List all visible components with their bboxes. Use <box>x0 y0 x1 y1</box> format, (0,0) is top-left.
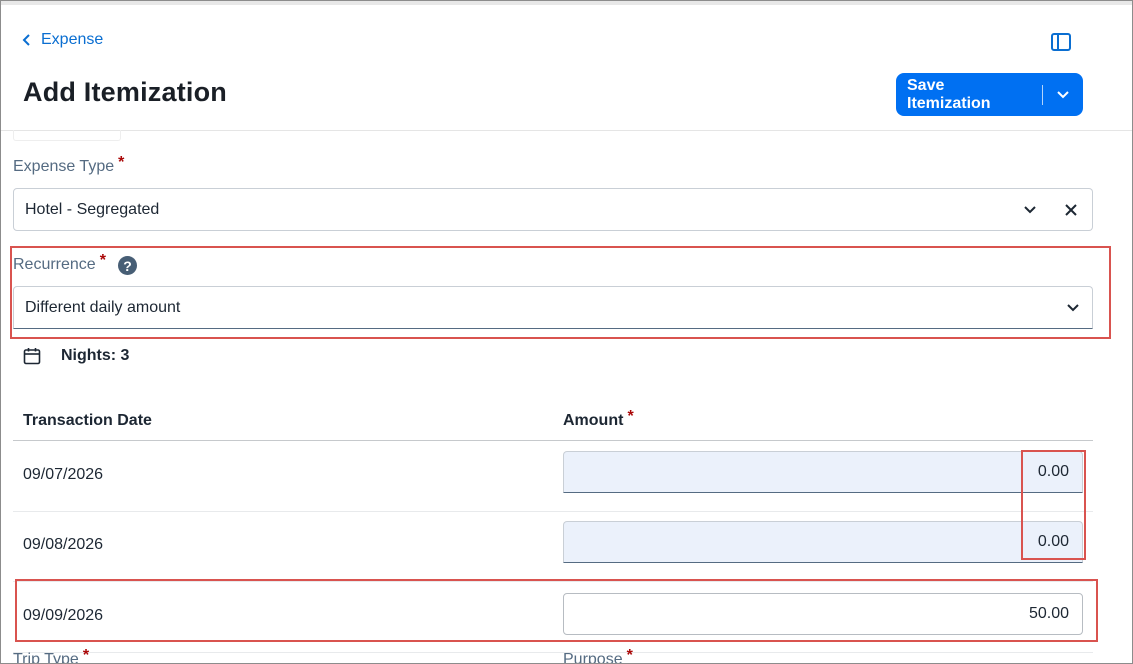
calendar-icon <box>23 348 41 365</box>
amount-input[interactable]: 0.00 <box>563 451 1083 493</box>
recurrence-select[interactable]: Different daily amount <box>13 286 1093 329</box>
side-panel-icon <box>1051 33 1071 51</box>
recurrence-label: Recurrence * <box>13 252 106 274</box>
app-window: Expense Add Itemization Save Itemization… <box>0 0 1133 664</box>
back-link-label: Expense <box>41 31 104 48</box>
save-options-dropdown[interactable] <box>1043 73 1083 116</box>
row-divider <box>13 511 1093 512</box>
side-panel-toggle[interactable] <box>1050 31 1072 53</box>
expense-type-select[interactable]: Hotel - Segregated <box>13 188 1050 231</box>
chevron-left-icon <box>22 34 30 46</box>
header-divider <box>1 130 1132 131</box>
top-strip <box>1 1 1132 5</box>
chevron-down-icon <box>1057 90 1069 98</box>
save-itemization-split-button: Save Itemization <box>896 73 1083 116</box>
row-divider <box>13 581 1093 582</box>
transaction-date-header: Transaction Date <box>23 412 152 429</box>
amount-input[interactable]: 50.00 <box>563 593 1083 635</box>
amount-input[interactable]: 0.00 <box>563 521 1083 563</box>
help-icon[interactable]: ? <box>118 256 137 275</box>
table-header-divider <box>13 440 1093 441</box>
trip-type-label-text: Trip Type <box>13 651 79 664</box>
recurrence-label-text: Recurrence <box>13 256 96 273</box>
expense-type-label: Expense Type * <box>13 154 124 176</box>
clear-expense-type-button[interactable] <box>1049 188 1093 231</box>
chevron-down-icon <box>1067 303 1079 311</box>
required-marker: * <box>627 408 634 425</box>
save-itemization-button[interactable]: Save Itemization <box>896 77 1031 113</box>
header-tab-edge <box>13 130 121 141</box>
purpose-label: Purpose * <box>563 647 633 664</box>
nights-summary: Nights: 3 <box>23 347 129 365</box>
required-marker: * <box>82 647 90 664</box>
purpose-label-text: Purpose <box>563 651 623 664</box>
chevron-down-icon <box>1024 205 1036 213</box>
expense-type-label-text: Expense Type <box>13 158 115 175</box>
trip-type-label: Trip Type * <box>13 647 89 664</box>
required-marker: * <box>626 647 633 664</box>
row-divider <box>13 652 1093 653</box>
amount-header: Amount * <box>563 408 634 430</box>
required-marker: * <box>118 154 125 171</box>
transaction-date-cell: 09/08/2026 <box>23 536 104 553</box>
expense-type-value: Hotel - Segregated <box>25 200 160 218</box>
close-icon <box>1064 203 1077 216</box>
required-marker: * <box>99 252 106 269</box>
nights-count: Nights: 3 <box>61 347 130 364</box>
page-title: Add Itemization <box>23 77 227 107</box>
amount-header-text: Amount <box>563 412 624 429</box>
back-to-expense-link[interactable]: Expense <box>21 31 103 49</box>
recurrence-value: Different daily amount <box>25 298 181 316</box>
transaction-date-cell: 09/09/2026 <box>23 607 104 624</box>
transaction-date-cell: 09/07/2026 <box>23 466 104 483</box>
